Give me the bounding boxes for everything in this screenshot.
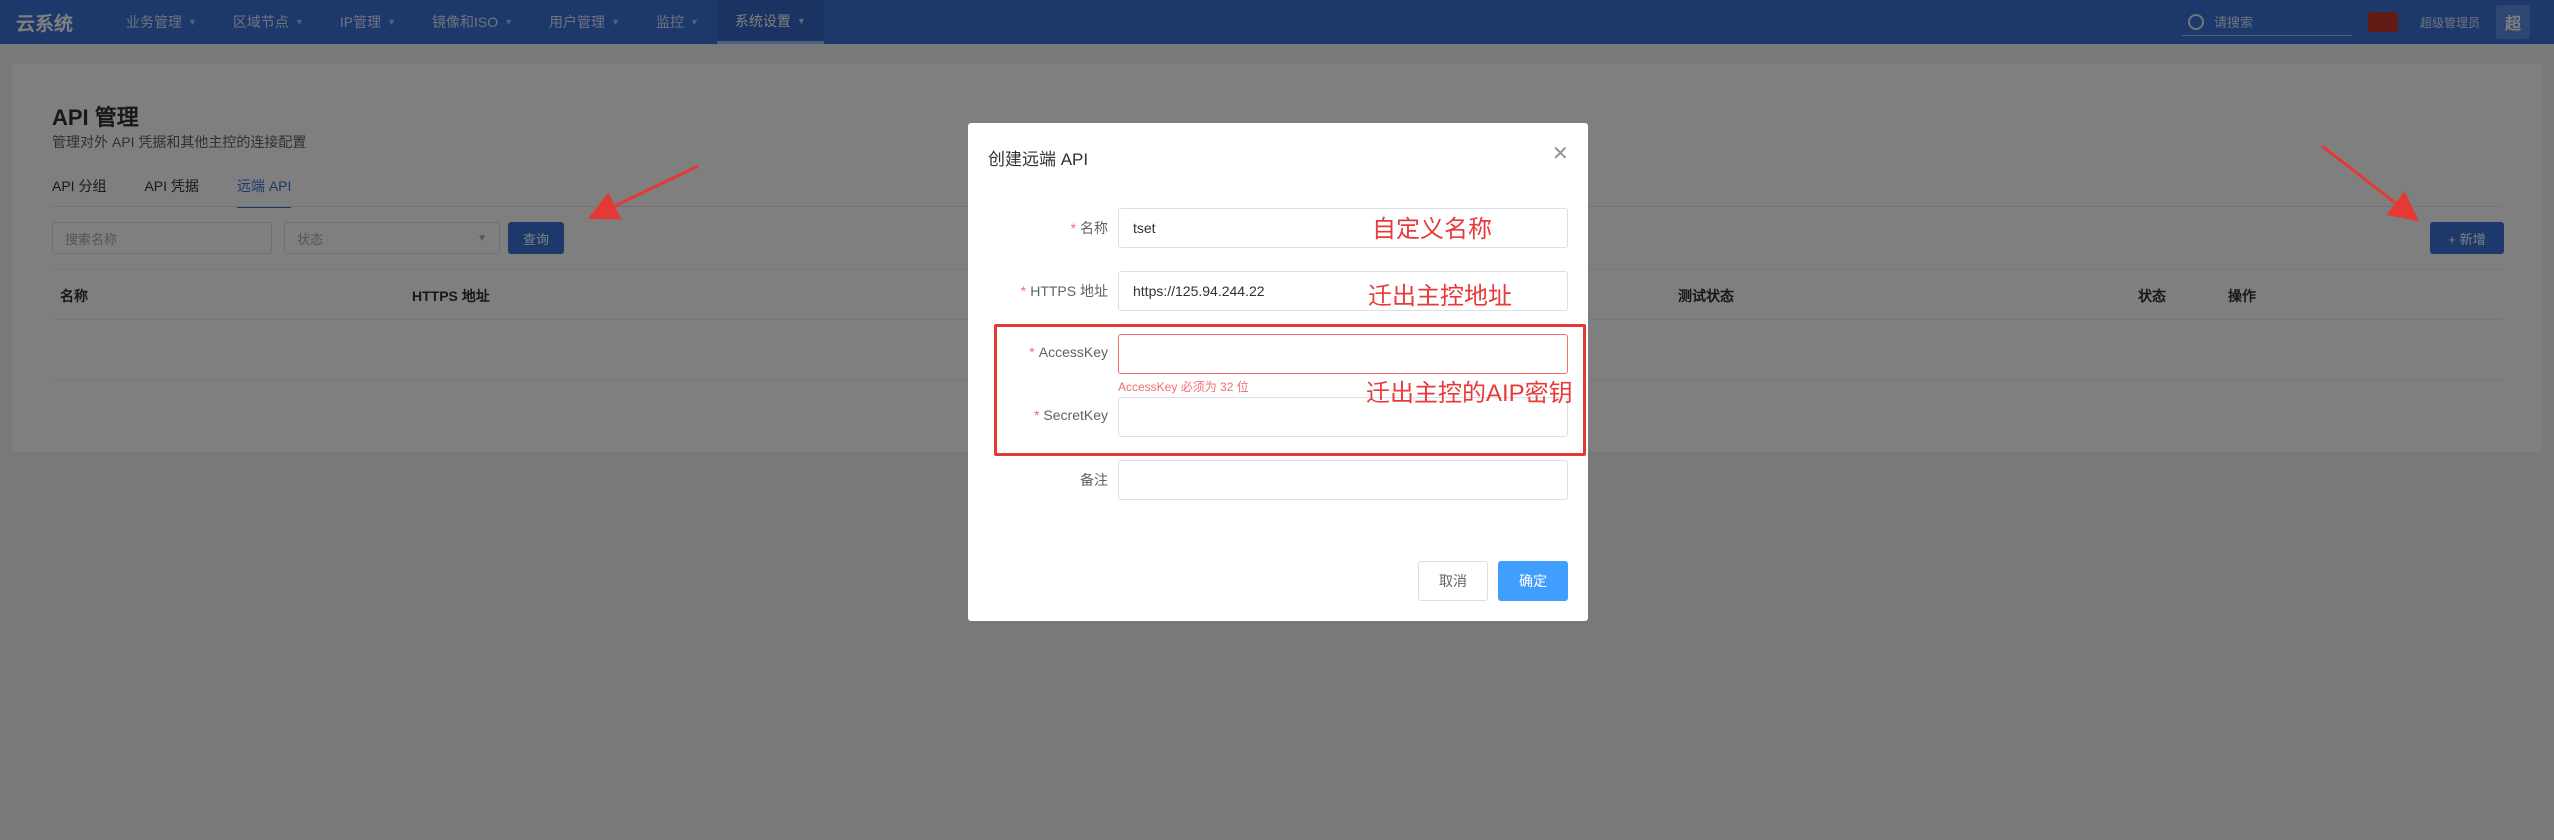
- cancel-button[interactable]: 取消: [1418, 561, 1488, 601]
- form-label: * 名称: [1071, 218, 1108, 238]
- form-label: * HTTPS 地址: [1021, 281, 1108, 301]
- annotation-name-note: 自定义名称: [1372, 216, 1492, 243]
- annotation-https-note: 迁出主控地址: [1368, 283, 1512, 310]
- label-text: 名称: [1080, 220, 1108, 236]
- label-text: HTTPS 地址: [1030, 283, 1108, 299]
- annotation-key-note: 迁出主控的AIP密钥: [1366, 380, 1573, 407]
- form-row-remark: 备注: [968, 460, 1588, 500]
- close-icon[interactable]: ✕: [1552, 141, 1569, 166]
- name-input[interactable]: tset: [1118, 208, 1568, 248]
- label-text: 备注: [1080, 472, 1108, 488]
- arrow-icon: [2321, 144, 2420, 222]
- arrow-icon: [587, 164, 699, 220]
- form-row-name: * 名称 tset: [968, 208, 1588, 248]
- create-remote-api-dialog: 创建远端 API ✕ * 名称 tset * HTTPS 地址 https://12…: [968, 123, 1588, 621]
- dialog-title: 创建远端 API: [988, 150, 1089, 169]
- remark-input[interactable]: [1118, 460, 1568, 500]
- form-label: 备注: [1080, 470, 1108, 490]
- required-mark: *: [1070, 220, 1076, 236]
- confirm-button[interactable]: 确定: [1498, 561, 1568, 601]
- required-mark: *: [1020, 283, 1027, 299]
